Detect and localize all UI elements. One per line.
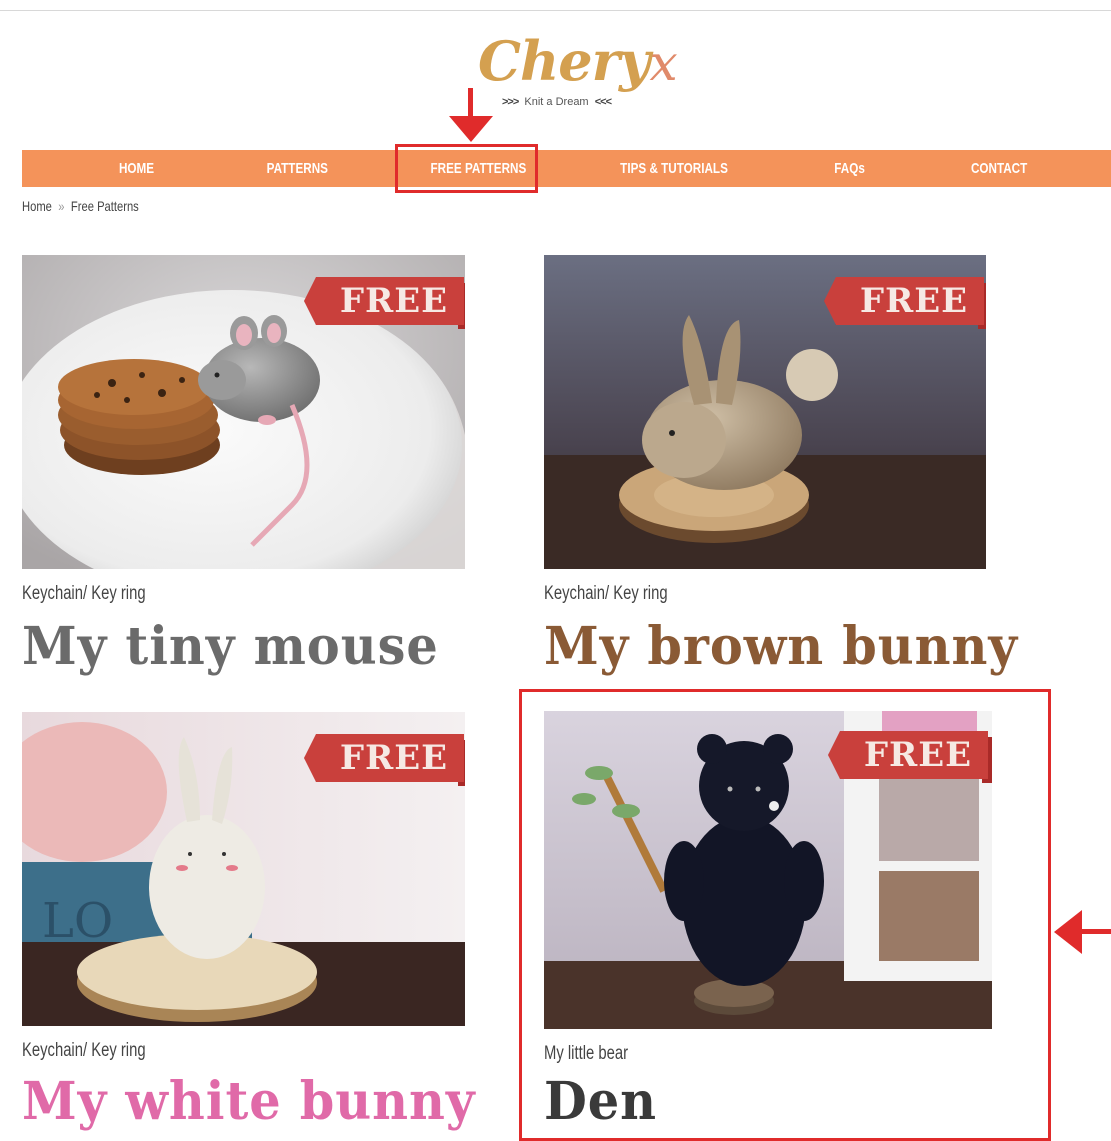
annotation-arrow-down-head bbox=[449, 116, 493, 142]
svg-text:LO: LO bbox=[42, 893, 113, 949]
nav-patterns[interactable]: PATTERNS bbox=[267, 150, 328, 187]
annotation-arrow-down bbox=[468, 88, 473, 118]
breadcrumb-home[interactable]: Home bbox=[22, 198, 52, 214]
free-badge: FREE bbox=[304, 277, 465, 329]
annotation-arrow-left-head bbox=[1054, 910, 1082, 954]
logo-tagline: >>> Knit a Dream <<< bbox=[502, 96, 612, 108]
pattern-image-brown-bunny[interactable]: FREE bbox=[544, 255, 986, 569]
card-category: Keychain/ Key ring bbox=[22, 583, 146, 604]
nav-faqs[interactable]: FAQs bbox=[834, 150, 865, 187]
free-badge: FREE bbox=[304, 734, 465, 786]
breadcrumb: Home » Free Patterns bbox=[22, 198, 139, 214]
nav-tips-tutorials[interactable]: TIPS & TUTORIALS bbox=[620, 150, 728, 187]
breadcrumb-current: Free Patterns bbox=[70, 198, 139, 214]
free-badge: FREE bbox=[824, 277, 986, 329]
pattern-image-mouse[interactable]: FREE bbox=[22, 255, 465, 569]
nav-contact[interactable]: CONTACT bbox=[971, 150, 1027, 187]
card-category: Keychain/ Key ring bbox=[544, 583, 668, 604]
breadcrumb-separator: » bbox=[58, 198, 65, 214]
card-title[interactable]: My tiny mouse bbox=[22, 618, 439, 676]
card-title[interactable]: My white bunny bbox=[22, 1073, 476, 1131]
annotation-highlight-bear-card bbox=[519, 689, 1051, 1141]
logo-wordmark: Cheryx bbox=[478, 29, 678, 93]
pattern-image-white-bunny[interactable]: LO FREE bbox=[22, 712, 465, 1026]
site-logo[interactable]: Cheryx >>> Knit a Dream <<< bbox=[470, 26, 680, 121]
annotation-highlight-free-patterns bbox=[395, 144, 538, 193]
nav-home[interactable]: HOME bbox=[119, 150, 154, 187]
annotation-arrow-left bbox=[1080, 929, 1111, 934]
card-title[interactable]: My brown bunny bbox=[544, 618, 1018, 676]
top-divider bbox=[0, 10, 1111, 11]
card-category: Keychain/ Key ring bbox=[22, 1040, 146, 1061]
main-nav: HOME PATTERNS FREE PATTERNS TIPS & TUTOR… bbox=[22, 150, 1111, 187]
